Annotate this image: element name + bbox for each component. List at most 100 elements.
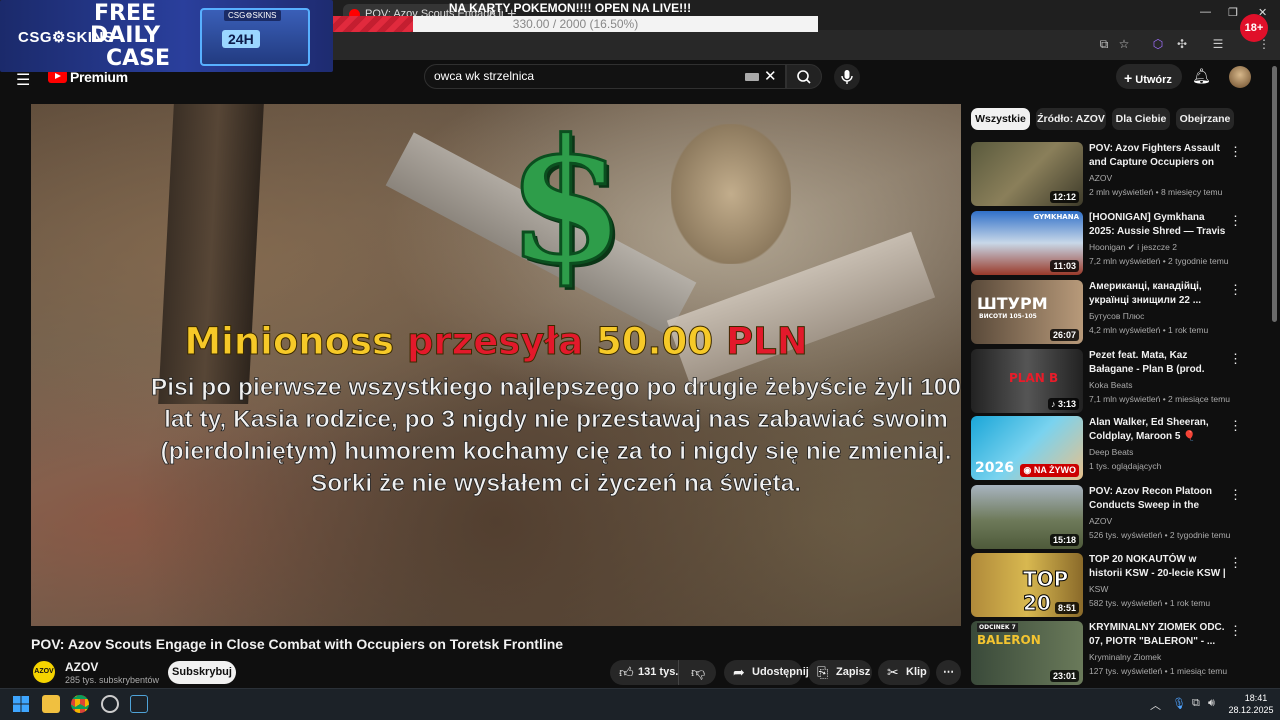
video-thumbnail[interactable]: GYMKHANA 11:03 bbox=[971, 211, 1083, 275]
extensions-puzzle-icon[interactable]: ✣ bbox=[1174, 36, 1190, 52]
recommendation-item[interactable]: GYMKHANA 11:03 [HOONIGAN] Gymkhana 2025:… bbox=[971, 211, 1251, 275]
clear-search-icon[interactable]: ✕ bbox=[764, 67, 777, 85]
video-duration: 12:12 bbox=[1049, 191, 1079, 203]
share-button[interactable]: ➦ Udostępnij bbox=[724, 660, 809, 685]
csg-daily-text: DAILY bbox=[90, 23, 160, 48]
voice-search-button[interactable] bbox=[834, 64, 860, 90]
more-vertical-icon[interactable]: ⋮ bbox=[1229, 213, 1242, 229]
recommendation-item[interactable]: PLAN B ♪ 3:13 Pezet feat. Mata, Kaz Bała… bbox=[971, 349, 1251, 413]
recommendation-title[interactable]: KRYMINALNY ZIOMEK ODC. 07, PIOTR "BALERO… bbox=[1089, 621, 1229, 649]
recommendation-channel[interactable]: Kryminalny Ziomek bbox=[1089, 652, 1161, 662]
recommendation-title[interactable]: Pezet feat. Mata, Kaz Bałagane - Plan B … bbox=[1089, 349, 1229, 377]
donor-name: Minionoss bbox=[184, 320, 395, 364]
more-vertical-icon[interactable]: ⋮ bbox=[1229, 418, 1242, 434]
recommendation-channel[interactable]: AZOV bbox=[1089, 173, 1112, 183]
recommendation-item[interactable]: 12:12 POV: Azov Fighters Assault and Cap… bbox=[971, 142, 1251, 206]
video-thumbnail[interactable]: ШТУРМ ВИСОТИ 105-105 26:07 bbox=[971, 280, 1083, 344]
clock-time[interactable]: 18:41 bbox=[1236, 693, 1276, 703]
tray-chevron-icon[interactable]: ︿ bbox=[1150, 697, 1161, 713]
minimize-button[interactable]: — bbox=[1200, 6, 1211, 18]
maximize-button[interactable]: ❐ bbox=[1228, 6, 1238, 19]
windows-start-icon[interactable] bbox=[12, 695, 30, 713]
recommendation-channel[interactable]: Hoonigan ✔ i jeszcze 2 bbox=[1089, 242, 1177, 253]
page-scrollbar[interactable] bbox=[1272, 66, 1277, 322]
chrome-icon[interactable] bbox=[71, 695, 89, 713]
channel-avatar[interactable]: AZOV bbox=[31, 659, 57, 685]
recommendation-item[interactable]: 15:18 POV: Azov Recon Platoon Conducts S… bbox=[971, 485, 1251, 549]
more-vertical-icon[interactable]: ⋮ bbox=[1229, 282, 1242, 298]
video-thumbnail[interactable]: PLAN B ♪ 3:13 bbox=[971, 349, 1083, 413]
recommendation-channel[interactable]: Бутусов Плюс bbox=[1089, 311, 1144, 321]
more-vertical-icon[interactable]: ⋮ bbox=[1229, 487, 1242, 503]
more-vertical-icon[interactable]: ⋮ bbox=[1229, 555, 1242, 571]
more-vertical-icon[interactable]: ⋮ bbox=[1229, 351, 1242, 367]
recommendation-title[interactable]: TOP 20 NOKAUTÓW w historii KSW - 20-leci… bbox=[1089, 553, 1229, 581]
donation-alert-header: Minionoss przesyła 50.00 PLN bbox=[31, 320, 961, 364]
hamburger-menu-icon[interactable]: ☰ bbox=[16, 70, 30, 90]
subscribe-button[interactable]: Subskrybuj bbox=[168, 661, 236, 684]
more-actions-button[interactable]: ⋯ bbox=[936, 660, 961, 685]
thumbnail-subtext: ODCINEK 7 bbox=[977, 623, 1018, 632]
chip-for-you[interactable]: Dla Ciebie bbox=[1112, 108, 1170, 130]
chip-source-azov[interactable]: Źródło: AZOV bbox=[1036, 108, 1106, 130]
file-explorer-icon[interactable] bbox=[42, 695, 60, 713]
create-button[interactable]: + Utwórz bbox=[1116, 64, 1182, 89]
csgskins-ad-banner[interactable]: CSG⚙SKINS FREE DAILY CASE CSG⚙SKINS 24H bbox=[0, 0, 333, 72]
extension-icon[interactable]: ⬡ bbox=[1150, 36, 1166, 52]
search-input-value[interactable]: owca wk strzelnica bbox=[434, 69, 534, 83]
reading-list-icon[interactable]: ☰ bbox=[1210, 36, 1226, 52]
more-vertical-icon[interactable]: ⋮ bbox=[1229, 623, 1242, 639]
microphone-tray-icon[interactable]: 🎙︎ bbox=[1172, 697, 1186, 710]
chip-watched[interactable]: Obejrzane bbox=[1176, 108, 1234, 130]
save-button[interactable]: ⎘ Zapisz bbox=[808, 660, 872, 685]
like-button[interactable]: 👍︎ 131 tys. bbox=[610, 660, 688, 685]
video-thumbnail[interactable]: 15:18 bbox=[971, 485, 1083, 549]
recommendation-item[interactable]: 2026 ◉ NA ŻYWO Alan Walker, Ed Sheeran, … bbox=[971, 416, 1251, 480]
plus-icon: + bbox=[1124, 70, 1133, 86]
video-thumbnail[interactable]: 12:12 bbox=[971, 142, 1083, 206]
donation-verb: przesyła bbox=[406, 320, 584, 364]
share-label: Udostępnij bbox=[752, 666, 809, 678]
recommendation-item[interactable]: ШТУРМ ВИСОТИ 105-105 26:07 Американці, к… bbox=[971, 280, 1251, 344]
bookmark-star-icon[interactable]: ☆ bbox=[1116, 36, 1132, 52]
recommendation-channel[interactable]: Koka Beats bbox=[1089, 380, 1132, 390]
microphone-icon bbox=[841, 70, 853, 84]
csg-case-text: CASE bbox=[106, 46, 171, 71]
install-app-icon[interactable]: ⧉ bbox=[1096, 36, 1112, 52]
more-vertical-icon[interactable]: ⋮ bbox=[1229, 144, 1242, 160]
user-avatar[interactable] bbox=[1229, 66, 1251, 88]
dislike-button[interactable]: 👎︎ bbox=[678, 660, 716, 685]
recommendation-item[interactable]: ODCINEK 7 BALERON 23:01 KRYMINALNY ZIOME… bbox=[971, 621, 1251, 685]
dollar-sign-icon: $ bbox=[505, 104, 626, 304]
channel-name[interactable]: AZOV bbox=[65, 660, 98, 674]
video-title: POV: Azov Scouts Engage in Close Combat … bbox=[31, 636, 564, 652]
recommendation-channel[interactable]: Deep Beats bbox=[1089, 447, 1133, 457]
chip-all[interactable]: Wszystkie bbox=[971, 108, 1030, 130]
recommendation-channel[interactable]: AZOV bbox=[1089, 516, 1112, 526]
recommendation-title[interactable]: POV: Azov Fighters Assault and Capture O… bbox=[1089, 142, 1229, 170]
video-player[interactable]: $ Minionoss przesyła 50.00 PLN Pisi po p… bbox=[31, 104, 961, 626]
video-duration: ♪ 3:13 bbox=[1047, 398, 1079, 410]
video-thumbnail[interactable]: 2026 ◉ NA ŻYWO bbox=[971, 416, 1083, 480]
donation-amount: 50.00 bbox=[596, 320, 714, 364]
recommendation-title[interactable]: Американці, канадійці, українці знищили … bbox=[1089, 280, 1229, 308]
keyboard-icon[interactable] bbox=[745, 73, 759, 81]
video-thumbnail[interactable]: TOP 20 8:51 bbox=[971, 553, 1083, 617]
recommendation-title[interactable]: [HOONIGAN] Gymkhana 2025: Aussie Shred —… bbox=[1089, 211, 1229, 239]
clock-date[interactable]: 28.12.2025 bbox=[1226, 705, 1276, 715]
app-window-icon[interactable] bbox=[130, 695, 148, 713]
recommendation-item[interactable]: TOP 20 8:51 TOP 20 NOKAUTÓW w historii K… bbox=[971, 553, 1251, 617]
search-button[interactable] bbox=[786, 64, 822, 89]
network-icon[interactable]: ⧉ bbox=[1192, 697, 1200, 710]
video-duration: 8:51 bbox=[1054, 602, 1079, 614]
recommendation-title[interactable]: Alan Walker, Ed Sheeran, Coldplay, Maroo… bbox=[1089, 416, 1229, 444]
clip-button[interactable]: ✂ Klip bbox=[878, 660, 930, 685]
notifications-bell-icon[interactable]: 🔔︎ bbox=[1192, 67, 1211, 85]
video-thumbnail[interactable]: ODCINEK 7 BALERON 23:01 bbox=[971, 621, 1083, 685]
recommendation-meta: 1 tys. oglądających bbox=[1089, 461, 1162, 471]
volume-icon[interactable]: 🔊︎ bbox=[1208, 697, 1215, 710]
recommendation-channel[interactable]: KSW bbox=[1089, 584, 1108, 594]
recommendation-title[interactable]: POV: Azov Recon Platoon Conducts Sweep i… bbox=[1089, 485, 1229, 513]
obs-icon[interactable] bbox=[101, 695, 119, 713]
video-duration: 15:18 bbox=[1049, 534, 1079, 546]
